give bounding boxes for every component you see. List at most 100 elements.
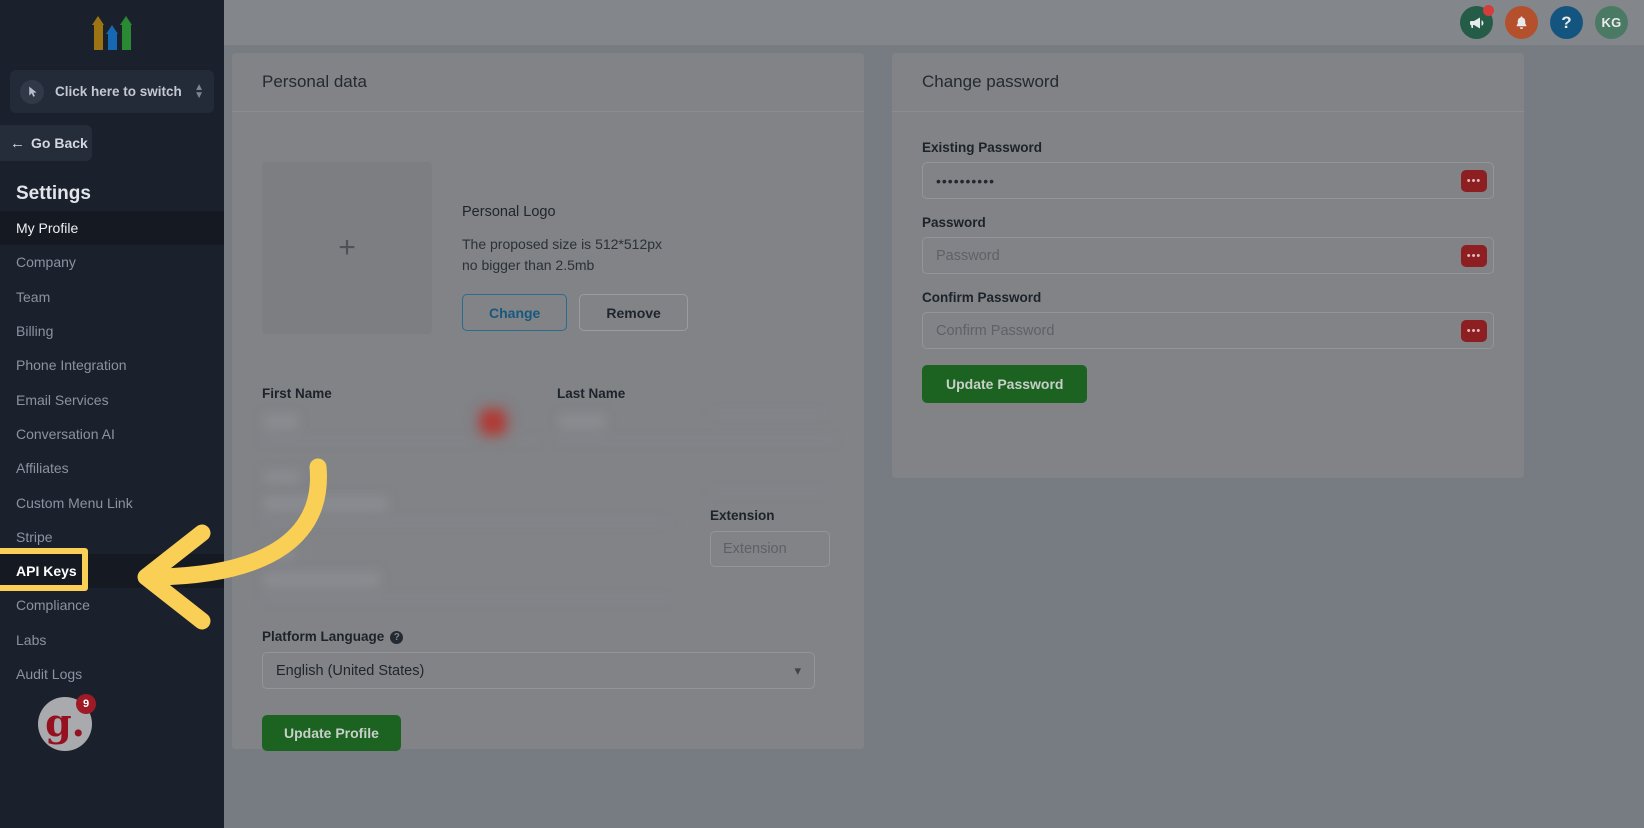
sidebar-item-label: Custom Menu Link	[16, 494, 133, 511]
password-value: ••••••••••	[936, 172, 996, 189]
sidebar-nav: My Profile Company Team Billing Phone Integr…	[0, 211, 224, 691]
password-input[interactable]: •••••••••• •••	[922, 162, 1494, 199]
sidebar-item-label: Compliance	[16, 597, 90, 614]
sidebar-item-label: Stripe	[16, 528, 53, 545]
password-fields: Existing Password •••••••••• ••• Password Pa…	[922, 140, 1494, 349]
password-field-label: Existing Password	[922, 140, 1043, 155]
go-back-label: Go Back	[31, 135, 88, 151]
cursor-click-icon	[20, 79, 44, 104]
first-name-label: First Name	[262, 386, 332, 401]
password-placeholder: Password	[936, 247, 1000, 264]
change-logo-button[interactable]: Change	[462, 294, 568, 331]
app-logo[interactable]	[0, 0, 224, 66]
sidebar-item-label: Conversation AI	[16, 425, 115, 442]
app-root: Click here to switch ▲ ▼ ← Go Back Settin…	[0, 0, 1644, 828]
sidebar-item-my-profile[interactable]: My Profile	[0, 211, 224, 246]
personal-logo-info: Personal Logo The proposed size is 512*5…	[462, 162, 688, 334]
sidebar-item-api-keys[interactable]: API Keys	[0, 553, 224, 589]
password-group-0: Existing Password •••••••••• •••	[922, 140, 1494, 199]
logo-upload-dropzone[interactable]: +	[262, 162, 432, 334]
sidebar-item-email-services[interactable]: Email Services	[0, 382, 224, 416]
email-group	[262, 469, 672, 523]
sidebar-item-conversation-ai[interactable]: Conversation AI	[0, 417, 224, 451]
first-name-group: First Name	[262, 386, 539, 441]
sidebar-item-label: API Keys	[16, 563, 77, 580]
platform-language-value: English (United States)	[276, 662, 425, 679]
personal-logo-hint: The proposed size is 512*512px no bigger…	[462, 234, 688, 276]
chevron-down-icon: ▾	[794, 662, 801, 678]
megaphone-icon[interactable]	[1460, 5, 1494, 39]
logo-arrow-blue	[106, 25, 118, 50]
first-name-input[interactable]	[262, 405, 539, 441]
sidebar-item-label: Phone Integration	[16, 357, 127, 374]
change-password-title: Change password	[892, 53, 1524, 112]
main-area: ? KG Personal data + Personal Logo The p…	[224, 0, 1644, 828]
sidebar-item-audit-logs[interactable]: Audit Logs	[0, 657, 224, 691]
extension-placeholder: Extension	[723, 541, 787, 557]
sidebar-section-title: Settings	[16, 183, 91, 204]
sidebar-item-billing[interactable]: Billing	[0, 314, 224, 348]
password-input[interactable]: Password •••	[922, 237, 1494, 274]
platform-language-label-text: Platform Language	[262, 629, 385, 644]
help-circle-icon[interactable]: ?	[390, 631, 404, 644]
sidebar-item-compliance[interactable]: Compliance	[0, 588, 224, 622]
sidebar-item-team[interactable]: Team	[0, 280, 224, 314]
phone-label	[262, 545, 672, 563]
sidebar-item-label: Affiliates	[16, 460, 69, 477]
logo-arrow-gold	[92, 16, 104, 50]
toggle-password-visibility-icon[interactable]: •••	[1461, 169, 1487, 192]
sidebar-item-label: My Profile	[16, 220, 79, 237]
sidebar-item-label: Billing	[16, 323, 54, 340]
plus-icon: +	[338, 231, 356, 264]
password-input[interactable]: Confirm Password •••	[922, 312, 1494, 349]
update-profile-row: Update Profile	[262, 715, 834, 751]
go-back-button[interactable]: ← Go Back	[0, 125, 92, 161]
personal-data-body: + Personal Logo The proposed size is 512…	[232, 112, 864, 751]
sidebar-item-label: Team	[16, 288, 51, 305]
top-header-bar: ? KG	[224, 0, 1644, 45]
avatar-initials: KG	[1601, 15, 1622, 30]
sidebar: Click here to switch ▲ ▼ ← Go Back Settin…	[0, 0, 224, 828]
right-blur-field-2[interactable]	[710, 456, 830, 492]
email-input[interactable]	[262, 487, 672, 523]
logo-arrow-green	[120, 16, 132, 50]
update-password-row: Update Password	[922, 365, 1494, 403]
three-arrows-logo-icon	[92, 16, 132, 50]
sidebar-item-stripe[interactable]: Stripe	[0, 520, 224, 554]
sidebar-item-label: Email Services	[16, 391, 109, 408]
help-icon[interactable]: ?	[1550, 6, 1583, 39]
toggle-password-visibility-icon[interactable]: •••	[1461, 319, 1487, 342]
password-group-1: Password Password •••	[922, 215, 1494, 274]
toggle-password-visibility-icon[interactable]: •••	[1461, 244, 1487, 267]
update-profile-button[interactable]: Update Profile	[262, 715, 401, 751]
remove-logo-button[interactable]: Remove	[579, 294, 688, 331]
personal-data-title: Personal data	[232, 53, 864, 112]
personal-logo-title: Personal Logo	[462, 204, 556, 220]
sidebar-item-label: Company	[16, 254, 76, 271]
change-password-body: Existing Password •••••••••• ••• Password Pa…	[892, 112, 1524, 403]
phone-input[interactable]	[262, 563, 672, 599]
platform-language-select[interactable]: English (United States) ▾	[262, 652, 815, 689]
sidebar-item-company[interactable]: Company	[0, 245, 224, 279]
sidebar-item-affiliates[interactable]: Affiliates	[0, 451, 224, 485]
sidebar-item-phone-integration[interactable]: Phone Integration	[0, 348, 224, 382]
platform-language-group: Platform Language? English (United State…	[262, 629, 815, 689]
account-switcher-label: Click here to switch	[55, 84, 182, 99]
email-label	[262, 469, 672, 487]
password-placeholder: Confirm Password	[936, 322, 1055, 339]
extension-input[interactable]: Extension	[710, 531, 830, 567]
extension-group: Extension Extension	[710, 508, 830, 567]
update-password-button[interactable]: Update Password	[922, 365, 1088, 403]
sidebar-item-custom-menu-link[interactable]: Custom Menu Link	[0, 485, 224, 519]
redacted-marker	[480, 409, 506, 435]
avatar[interactable]: KG	[1595, 6, 1628, 39]
account-switcher[interactable]: Click here to switch ▲ ▼	[10, 70, 214, 113]
password-field-label: Password	[922, 215, 986, 230]
password-group-2: Confirm Password Confirm Password •••	[922, 290, 1494, 349]
sidebar-item-labs[interactable]: Labs	[0, 623, 224, 657]
help-glyph: ?	[1561, 12, 1572, 32]
arrow-left-icon: ←	[10, 134, 25, 152]
user-account-avatar[interactable]: g. 9	[38, 694, 96, 751]
bell-icon[interactable]	[1505, 6, 1538, 39]
right-blur-field-1[interactable]	[710, 378, 830, 414]
